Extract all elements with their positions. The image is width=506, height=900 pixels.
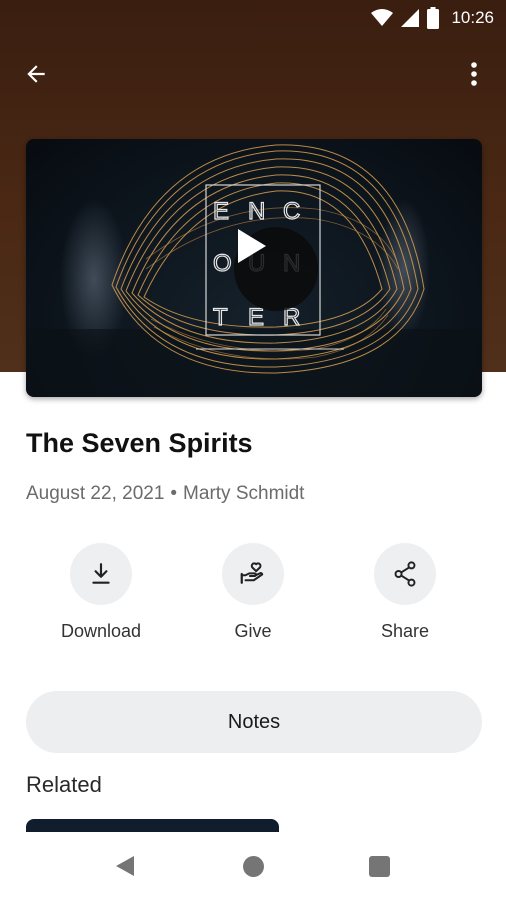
status-bar: 10:26 <box>0 0 506 36</box>
meta-separator: • <box>170 483 178 504</box>
sermon-meta: August 22, 2021 • Marty Schmidt <box>26 483 304 505</box>
artwork-letter: E <box>213 198 229 225</box>
artwork-letter: C <box>283 198 300 225</box>
back-button[interactable] <box>20 58 52 90</box>
top-app-bar <box>0 48 506 100</box>
artwork-letter: N <box>248 198 265 225</box>
give-circle[interactable] <box>222 543 284 605</box>
give-icon <box>240 562 264 584</box>
download-label: Download <box>60 621 142 641</box>
artwork-letter: O <box>213 250 232 277</box>
sermon-date: August 22, 2021 <box>26 483 165 504</box>
system-nav-bar <box>0 832 506 900</box>
sermon-title: The Seven Spirits <box>26 428 253 458</box>
give-label: Give <box>234 621 272 641</box>
share-button[interactable]: Share <box>345 543 465 642</box>
share-circle[interactable] <box>374 543 436 605</box>
artwork-letter: T <box>213 304 228 331</box>
share-icon <box>394 561 416 587</box>
notes-button[interactable]: Notes <box>26 691 482 753</box>
more-vert-icon <box>471 62 477 86</box>
signal-icon <box>401 9 420 27</box>
download-button[interactable]: Download <box>41 543 161 642</box>
nav-back-icon[interactable] <box>114 854 136 878</box>
share-label: Share <box>380 621 430 641</box>
battery-icon <box>427 7 440 29</box>
play-icon <box>238 229 266 263</box>
video-player[interactable]: E N C O U N T E R <box>26 139 482 397</box>
sermon-speaker: Marty Schmidt <box>183 483 305 504</box>
download-icon <box>92 563 110 584</box>
wifi-icon <box>371 9 394 27</box>
status-time: 10:26 <box>451 8 494 27</box>
nav-recents-icon[interactable] <box>369 856 390 877</box>
back-arrow-icon <box>27 65 45 83</box>
play-button[interactable] <box>234 227 318 311</box>
download-circle[interactable] <box>70 543 132 605</box>
give-button[interactable]: Give <box>193 543 313 642</box>
nav-home-icon[interactable] <box>243 856 264 877</box>
more-options-button[interactable] <box>458 58 490 90</box>
related-heading: Related <box>26 772 102 797</box>
